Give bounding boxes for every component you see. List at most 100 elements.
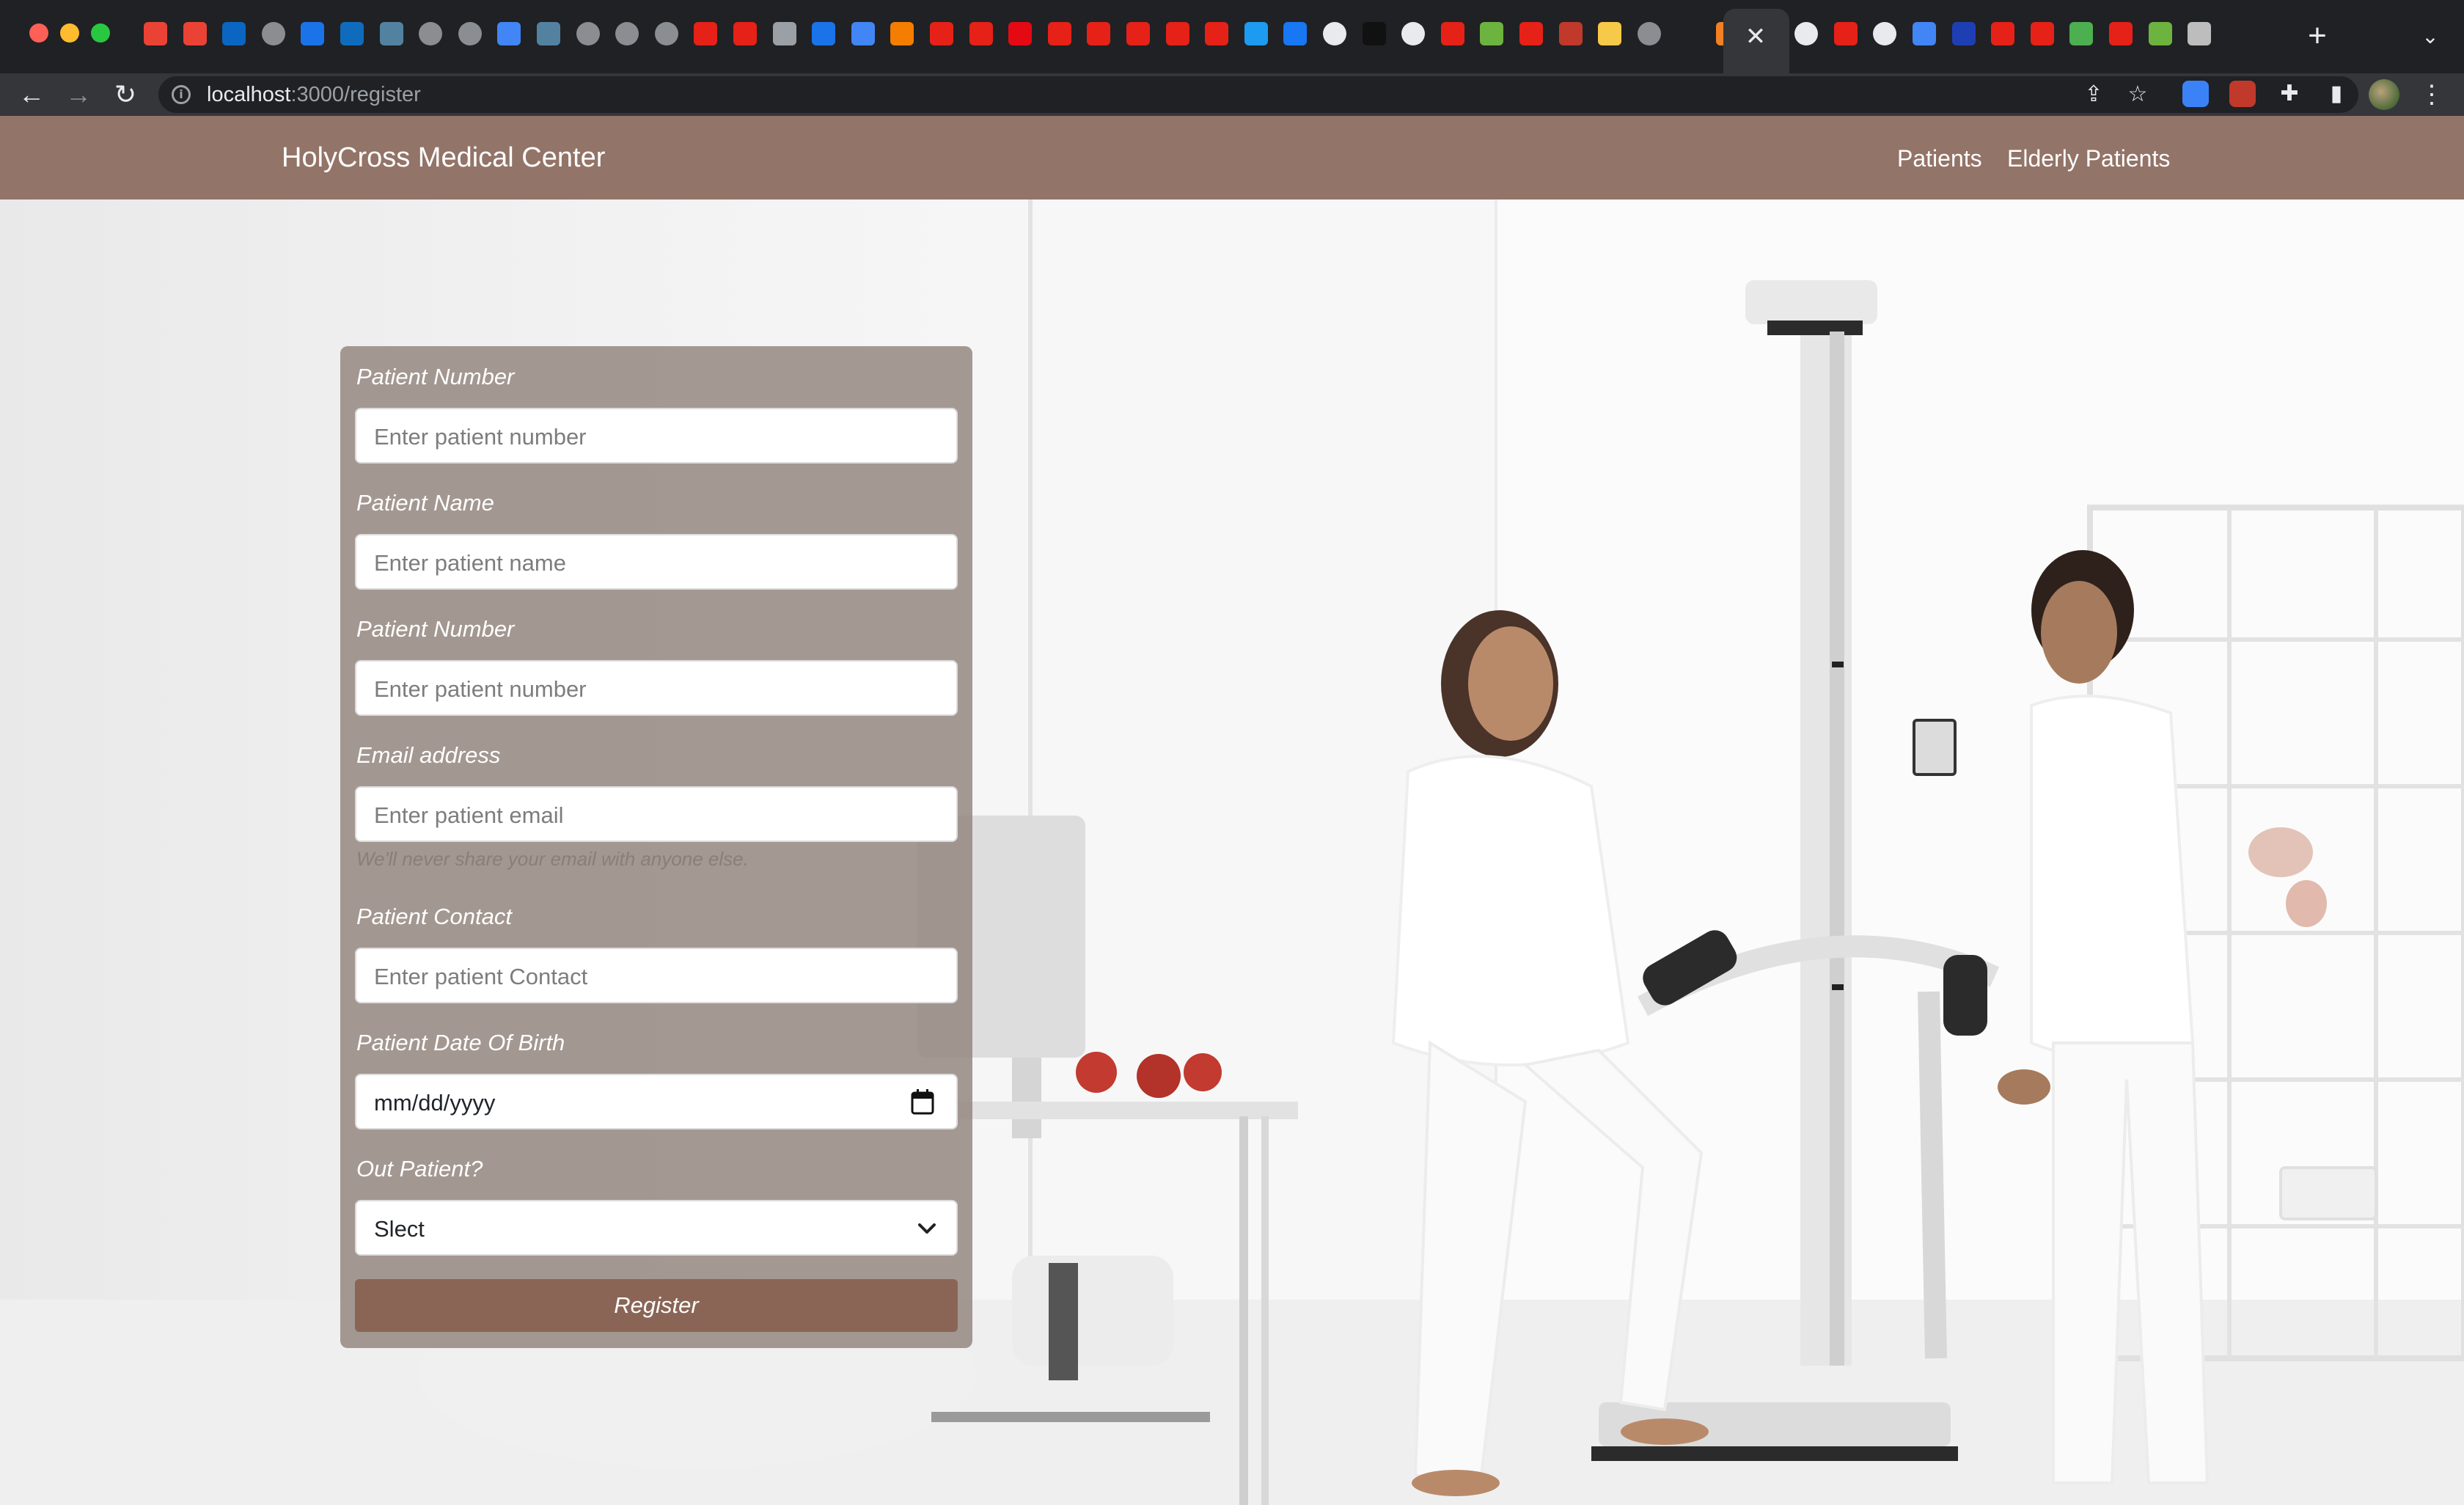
youtube-tab-icon[interactable] [1833,22,1858,45]
url-text[interactable]: localhost:3000/register [207,84,421,106]
gmail-tab-icon[interactable] [183,22,207,45]
date-of-birth-label: Patient Date Of Birth [356,1030,565,1055]
red-extension-icon[interactable] [2229,81,2256,107]
new-tab-button[interactable]: + [2300,19,2335,54]
flag-tab-icon[interactable] [1951,22,1976,45]
site-info-icon[interactable]: i [172,85,191,104]
google-tab-icon[interactable] [497,22,521,45]
facebook-tab-icon[interactable] [1283,22,1308,45]
patient-number-input-2[interactable]: Enter patient number [355,660,958,716]
spring-tab-icon[interactable] [1480,22,1504,45]
window-minimize-button[interactable] [60,23,79,43]
youtube-tab-icon[interactable] [1440,22,1464,45]
extensions-puzzle-icon[interactable]: ✚ [2276,81,2303,107]
reload-icon[interactable]: ↻ [107,76,144,113]
twitter-tab-icon[interactable] [1244,22,1268,45]
browser-toolbar: ← → ↻ i localhost:3000/register ⇪ ☆ ✚ ▮ … [0,73,2464,116]
youtube-tab-icon[interactable] [1205,22,1229,45]
globe-tab-icon[interactable] [1637,22,1661,45]
window-zoom-button[interactable] [91,23,110,43]
calendar-icon[interactable] [911,1088,934,1115]
google-tab-icon[interactable] [1913,22,1936,45]
youtube-tab-icon[interactable] [1087,22,1111,45]
date-of-birth-placeholder: mm/dd/yyyy [374,1090,496,1116]
box-tab-icon[interactable] [772,22,796,45]
youtube-tab-icon[interactable] [2030,22,2054,45]
github-tab-icon[interactable] [1873,22,1897,45]
brand-title[interactable]: HolyCross Medical Center [282,142,605,174]
email-placeholder: Enter patient email [374,802,564,828]
email-help-text: We'll never share your email with anyone… [356,848,749,870]
linkedin-tab-icon[interactable] [222,22,246,45]
date-of-birth-input[interactable]: mm/dd/yyyy [355,1074,958,1129]
app-navbar: HolyCross Medical Center Patients Elderl… [0,116,2464,199]
youtube-tab-icon[interactable] [930,22,953,45]
out-patient-select[interactable]: Slect [355,1200,958,1256]
leaf-tab-icon[interactable] [2069,22,2094,45]
globe-tab-icon[interactable] [576,22,600,45]
share-icon[interactable]: ⇪ [2078,79,2109,110]
register-button[interactable]: Register [355,1279,958,1332]
patient-number-input[interactable]: Enter patient number [355,408,958,464]
globe-tab-icon[interactable] [261,22,285,45]
nav-link-patients[interactable]: Patients [1897,145,1982,172]
url-path: :3000/register [290,83,421,106]
profile-avatar[interactable] [2369,79,2399,110]
google-tab-icon[interactable] [851,22,875,45]
spring-tab-icon[interactable] [2148,22,2172,45]
forward-arrow-icon[interactable]: → [60,76,97,113]
youtube-tab-icon[interactable] [969,22,993,45]
nav-link-elderly-patients[interactable]: Elderly Patients [2007,145,2170,172]
patient-contact-input[interactable]: Enter patient Contact [355,948,958,1003]
java-tab-icon[interactable] [537,22,560,45]
back-arrow-icon[interactable]: ← [13,76,50,113]
side-panel-icon[interactable]: ▮ [2323,81,2350,107]
youtube-tab-icon[interactable] [694,22,718,45]
youtube-tab-icon[interactable] [1126,22,1150,45]
globe-tab-icon[interactable] [615,22,639,45]
youtube-tab-icon[interactable] [1047,22,1071,45]
react-like-tab-icon[interactable] [1598,22,1622,45]
youtube-tab-icon[interactable] [1519,22,1543,45]
patient-name-input[interactable]: Enter patient name [355,534,958,590]
out-patient-selected-value: Slect [374,1216,425,1242]
video-tab-icon[interactable] [301,22,325,45]
youtube-tab-icon[interactable] [1991,22,2015,45]
close-tab-icon[interactable]: ✕ [1738,19,1773,54]
j-logo-tab-icon[interactable] [1558,22,1583,45]
youtube-tab-icon[interactable] [1165,22,1189,45]
dark-app-tab-icon[interactable] [1362,22,1386,45]
bookmark-star-icon[interactable]: ☆ [2122,79,2153,110]
chevron-down-icon [918,1223,936,1234]
gmail-tab-icon[interactable] [144,22,167,45]
java-tab-icon[interactable] [379,22,403,45]
browser-menu-icon[interactable]: ⋮ [2417,79,2446,110]
email-input[interactable]: Enter patient email [355,786,958,842]
url-host: localhost [207,83,291,106]
github-tab-icon[interactable] [1794,22,1819,45]
zoom-extension-icon[interactable] [2182,81,2209,107]
c-logo-tab-icon[interactable] [812,22,836,45]
is-tab-icon[interactable] [1401,22,1426,45]
youtube-tab-icon[interactable] [2109,22,2133,45]
patient-name-label: Patient Name [356,490,494,516]
patient-number-label: Patient Number [356,364,515,389]
tab-search-chevron-icon[interactable]: ⌄ [2416,22,2445,51]
globe-tab-icon[interactable] [458,22,482,45]
window-close-button[interactable] [29,23,48,43]
globe-tab-icon[interactable] [419,22,443,45]
blogger-tab-icon[interactable] [890,22,914,45]
register-form: Patient Number Enter patient number Pati… [340,346,972,1348]
netflix-tab-icon[interactable] [1008,22,1033,45]
outlook-tab-icon[interactable] [340,22,364,45]
patient-name-placeholder: Enter patient name [374,550,566,576]
patient-number-placeholder: Enter patient number [374,424,587,450]
medium-tab-icon[interactable] [1323,22,1346,45]
patient-number-placeholder-2: Enter patient number [374,676,587,702]
browser-tab-bar: ✕ + ⌄ [0,0,2464,73]
globe-tab-icon[interactable] [654,22,678,45]
font-a-tab-icon[interactable] [2188,22,2212,45]
patient-contact-label: Patient Contact [356,904,512,929]
address-bar[interactable]: i localhost:3000/register ⇪ ☆ [158,76,2358,113]
youtube-tab-icon[interactable] [733,22,757,45]
